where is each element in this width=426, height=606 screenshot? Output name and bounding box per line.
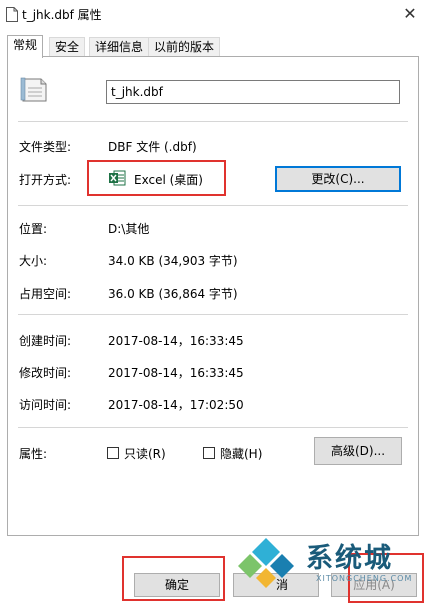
hidden-checkbox[interactable] [203,447,215,459]
modified-label: 修改时间: [19,366,72,380]
tab-previous-versions[interactable]: 以前的版本 [148,37,221,57]
watermark-subtext: XITONGCHENG.COM [316,574,413,583]
watermark-text: 系统城 [306,543,393,574]
divider [18,427,408,428]
hidden-label: 隐藏(H) [220,447,263,461]
accessed-label: 访问时间: [19,398,72,412]
divider [18,205,408,206]
file-name-input[interactable]: t_jhk.dbf [106,80,400,104]
change-button[interactable]: 更改(C)... [275,166,401,192]
tab-general[interactable]: 常规 [7,35,44,58]
divider [18,121,408,122]
tab-details[interactable]: 详细信息 [89,37,150,57]
document-icon [20,77,47,102]
divider [18,314,408,315]
size-label: 大小: [19,254,48,268]
accessed-value: 2017-08-14，17:02:50 [108,398,244,412]
highlight-open-with [87,160,226,196]
open-with-label: 打开方式: [19,173,72,187]
modified-value: 2017-08-14，16:33:45 [108,366,244,380]
location-value: D:\其他 [108,222,150,236]
created-label: 创建时间: [19,334,72,348]
advanced-button[interactable]: 高级(D)... [314,437,402,465]
readonly-checkbox[interactable] [107,447,119,459]
file-icon-small [6,7,18,22]
readonly-label: 只读(R) [124,447,166,461]
created-value: 2017-08-14，16:33:45 [108,334,244,348]
close-button[interactable]: ✕ [396,2,424,26]
watermark-logo-icon [238,538,294,588]
size-on-disk-value: 36.0 KB (36,864 字节) [108,287,238,301]
size-on-disk-label: 占用空间: [19,287,72,301]
location-label: 位置: [19,222,48,236]
attributes-label: 属性: [19,447,48,461]
highlight-ok [122,556,225,601]
window-title: t_jhk.dbf 属性 [22,8,102,22]
file-type-value: DBF 文件 (.dbf) [108,140,197,154]
tab-security[interactable]: 安全 [49,37,86,57]
file-type-label: 文件类型: [19,140,72,154]
size-value: 34.0 KB (34,903 字节) [108,254,238,268]
